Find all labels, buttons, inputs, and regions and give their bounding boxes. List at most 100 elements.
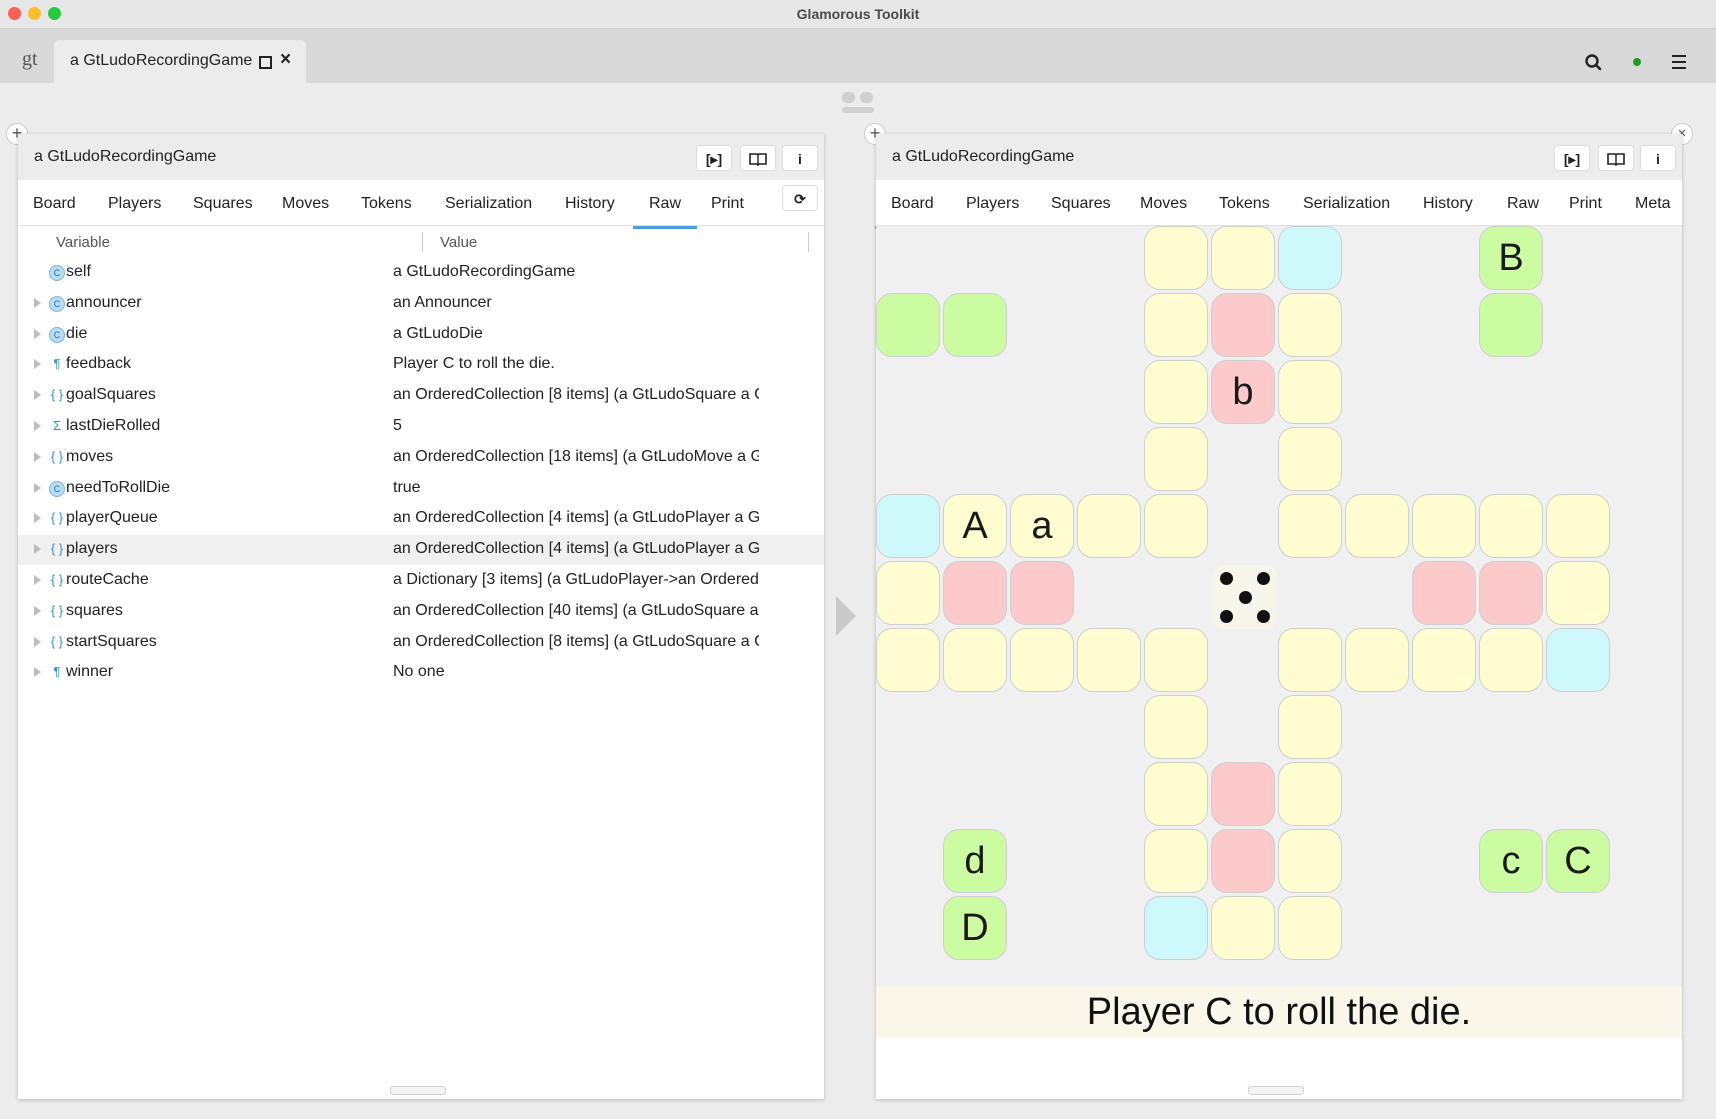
board-square[interactable] (1278, 226, 1342, 290)
table-row[interactable]: Cself a GtLudoRecordingGame (18, 258, 824, 288)
board-square-token[interactable]: d (943, 829, 1007, 893)
expand-arrow-icon[interactable] (836, 596, 856, 641)
board-square[interactable] (943, 628, 1007, 692)
tab-tokens[interactable]: Tokens (1219, 195, 1270, 213)
expand-triangle-icon[interactable] (34, 667, 41, 678)
tab-serialization[interactable]: Serialization (1303, 195, 1390, 213)
board-square[interactable] (1278, 427, 1342, 491)
board-square[interactable] (1144, 427, 1208, 491)
board-square[interactable] (1278, 829, 1342, 893)
expand-triangle-icon[interactable] (34, 451, 41, 462)
expand-triangle-icon[interactable] (34, 544, 41, 555)
table-row[interactable]: { } players an OrderedCollection [4 items]… (18, 535, 824, 566)
board-square[interactable] (1211, 829, 1275, 893)
board-square[interactable] (1412, 494, 1476, 558)
expand-triangle-icon[interactable] (34, 636, 41, 647)
board-square[interactable] (876, 293, 940, 357)
expand-triangle-icon[interactable] (34, 390, 41, 401)
board-square-token[interactable]: C (1546, 829, 1610, 893)
expand-triangle-icon[interactable] (34, 359, 41, 370)
board-square-token[interactable]: D (943, 896, 1007, 960)
expand-triangle-icon[interactable] (34, 605, 41, 616)
board-square[interactable] (1278, 360, 1342, 424)
tab-players[interactable]: Players (108, 195, 161, 213)
board-square[interactable] (1144, 360, 1208, 424)
expand-triangle-icon[interactable] (34, 297, 41, 308)
refresh-icon[interactable]: ⟳ (782, 185, 818, 211)
info-icon[interactable]: i (782, 145, 818, 171)
table-row[interactable]: CneedToRollDie true (18, 474, 824, 504)
gt-logo[interactable]: gt (22, 48, 38, 71)
board-square-token[interactable]: A (943, 494, 1007, 558)
expand-triangle-icon[interactable] (34, 575, 41, 585)
table-row[interactable]: ¶ feedback Player C to roll the die. (18, 350, 824, 380)
board-square[interactable] (1144, 695, 1208, 759)
board-square[interactable] (1546, 561, 1610, 625)
board-square[interactable] (876, 628, 940, 692)
tab-moves[interactable]: Moves (282, 195, 329, 213)
board-square[interactable] (1144, 293, 1208, 357)
tab-board[interactable]: Board (33, 195, 76, 213)
board-square[interactable] (876, 561, 940, 625)
board-square[interactable] (1345, 494, 1409, 558)
board-square[interactable] (943, 561, 1007, 625)
board-square[interactable] (1412, 628, 1476, 692)
tab-serialization[interactable]: Serialization (445, 195, 532, 213)
table-row[interactable]: { } goalSquares an OrderedCollection [8 it… (18, 381, 824, 411)
board-square[interactable] (1077, 494, 1141, 558)
tab-gtludo-game[interactable]: a GtLudoRecordingGame × (54, 40, 306, 83)
expand-triangle-icon[interactable] (34, 482, 41, 493)
tab-board[interactable]: Board (875, 195, 950, 229)
inspect-button[interactable]: [▸] (696, 145, 732, 171)
expand-triangle-icon[interactable] (34, 421, 41, 431)
tab-print[interactable]: Print (711, 195, 744, 213)
tab-meta[interactable]: Meta (1635, 195, 1671, 213)
board-square[interactable] (1010, 628, 1074, 692)
board-square[interactable] (1278, 293, 1342, 357)
board-square[interactable] (1479, 494, 1543, 558)
tab-history[interactable]: History (565, 195, 615, 213)
tab-tokens[interactable]: Tokens (361, 195, 412, 213)
board-square-token[interactable]: B (1479, 226, 1543, 290)
pane-drag-handle-icon[interactable] (842, 92, 874, 116)
maximize-tab-icon[interactable] (259, 56, 272, 69)
board-square-token[interactable]: b (1211, 360, 1275, 424)
board-square[interactable] (1546, 494, 1610, 558)
tab-squares[interactable]: Squares (193, 195, 253, 213)
board-square[interactable] (1412, 561, 1476, 625)
column-divider[interactable] (808, 232, 809, 252)
board-square[interactable] (1144, 829, 1208, 893)
board-square[interactable] (1479, 561, 1543, 625)
column-divider[interactable] (422, 232, 423, 252)
board-square[interactable] (1010, 561, 1074, 625)
board-square[interactable] (1211, 762, 1275, 826)
board-square[interactable] (1278, 762, 1342, 826)
board-square[interactable] (1144, 628, 1208, 692)
board-square[interactable] (1211, 293, 1275, 357)
table-row[interactable]: { } moves an OrderedCollection [18 items] … (18, 443, 824, 473)
board-square[interactable] (1278, 896, 1342, 960)
table-row[interactable]: ΣlastDieRolled 5 (18, 412, 824, 442)
search-icon[interactable] (1583, 52, 1605, 74)
board-square[interactable] (1479, 293, 1543, 357)
tab-history[interactable]: History (1423, 195, 1473, 213)
board-square[interactable] (1479, 628, 1543, 692)
board-square[interactable] (1211, 896, 1275, 960)
book-icon[interactable] (740, 145, 776, 171)
table-row[interactable]: { } squares an OrderedCollection [40 items… (18, 597, 824, 627)
board-square[interactable] (1345, 628, 1409, 692)
tab-raw[interactable]: Raw (632, 195, 698, 229)
table-row[interactable]: Cdie a GtLudoDie (18, 320, 824, 350)
close-tab-icon[interactable]: × (280, 49, 291, 71)
tab-raw[interactable]: Raw (1507, 195, 1539, 213)
book-icon[interactable] (1598, 145, 1634, 171)
table-row[interactable]: Cannouncer an Announcer (18, 289, 824, 319)
tab-print[interactable]: Print (1569, 195, 1602, 213)
board-square[interactable] (1278, 628, 1342, 692)
table-row[interactable]: { } routeCache a Dictionary [3 items] (a G… (18, 566, 824, 596)
die[interactable] (1213, 565, 1277, 629)
hamburger-menu-icon[interactable] (1672, 55, 1686, 73)
info-icon[interactable]: i (1640, 145, 1676, 171)
board-square-token[interactable]: c (1479, 829, 1543, 893)
resize-grip-icon[interactable] (1248, 1086, 1304, 1095)
